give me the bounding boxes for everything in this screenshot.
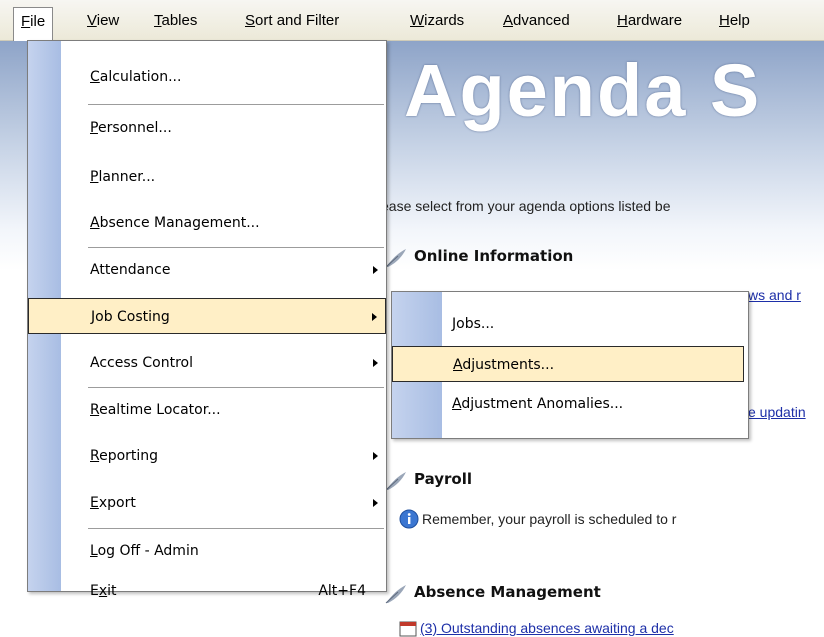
online-updating-link[interactable]: e updatin xyxy=(748,404,806,420)
menu-item-planner[interactable]: Planner... xyxy=(28,159,386,195)
menu-wizards[interactable]: Wizards xyxy=(403,7,471,34)
submenu-arrow-icon xyxy=(373,266,378,274)
agenda-intro-text: ease select from your agenda options lis… xyxy=(381,198,671,214)
menu-separator xyxy=(88,387,384,388)
menu-item-log-off[interactable]: Log Off - Admin xyxy=(28,533,386,569)
menu-tables[interactable]: Tables xyxy=(147,7,204,34)
exit-shortcut: Alt+F4 xyxy=(318,583,366,599)
menu-item-absence-management[interactable]: Absence Management... xyxy=(28,205,386,241)
menu-item-adjustment-anomalies[interactable]: Adjustment Anomalies... xyxy=(392,386,748,422)
menu-item-realtime-locator[interactable]: Realtime Locator... xyxy=(28,392,386,428)
feather-icon xyxy=(385,585,406,604)
submenu-arrow-icon xyxy=(373,452,378,460)
agenda-title: Agenda S xyxy=(404,49,762,132)
menu-file[interactable]: File xyxy=(13,7,54,41)
menu-item-access-control[interactable]: Access Control xyxy=(28,345,386,381)
menu-separator xyxy=(88,104,384,105)
menu-separator xyxy=(88,247,384,248)
job-costing-submenu: Jobs... Adjustments... Adjustment Anomal… xyxy=(391,291,749,439)
calendar-icon xyxy=(399,621,417,637)
menu-sort-and-filter[interactable]: Sort and Filter xyxy=(238,7,346,34)
menu-separator xyxy=(88,528,384,529)
menu-item-exit[interactable]: Exit Alt+F4 xyxy=(28,573,386,609)
online-information-heading: Online Information xyxy=(414,247,574,265)
feather-icon xyxy=(385,472,406,491)
absence-management-heading: Absence Management xyxy=(414,583,601,601)
file-menu: Calculation... Personnel... Planner... A… xyxy=(27,40,387,599)
menu-help[interactable]: Help xyxy=(712,7,757,34)
menu-item-export[interactable]: Export xyxy=(28,485,386,521)
menu-item-personnel[interactable]: Personnel... xyxy=(28,110,386,146)
menu-advanced[interactable]: Advanced xyxy=(496,7,577,34)
menu-bar: File View Tables Sort and Filter Wizards… xyxy=(0,0,824,41)
menu-item-adjustments[interactable]: Adjustments... xyxy=(392,346,744,382)
submenu-arrow-icon xyxy=(372,313,377,321)
payroll-heading: Payroll xyxy=(414,470,473,488)
menu-item-reporting[interactable]: Reporting xyxy=(28,438,386,474)
submenu-arrow-icon xyxy=(373,499,378,507)
info-icon xyxy=(399,509,419,529)
menu-item-jobs[interactable]: Jobs... xyxy=(392,306,748,342)
menu-view[interactable]: View xyxy=(80,7,126,34)
feather-icon xyxy=(385,249,406,268)
menu-item-job-costing[interactable]: Job Costing xyxy=(28,298,386,334)
online-news-link[interactable]: ws and r xyxy=(748,287,801,303)
menu-hardware[interactable]: Hardware xyxy=(610,7,689,34)
menu-item-attendance[interactable]: Attendance xyxy=(28,252,386,288)
outstanding-absences-link[interactable]: (3) Outstanding absences awaiting a dec xyxy=(420,620,674,636)
submenu-arrow-icon xyxy=(373,359,378,367)
payroll-reminder-text: Remember, your payroll is scheduled to r xyxy=(422,511,677,527)
menu-item-calculation[interactable]: Calculation... xyxy=(28,59,386,95)
